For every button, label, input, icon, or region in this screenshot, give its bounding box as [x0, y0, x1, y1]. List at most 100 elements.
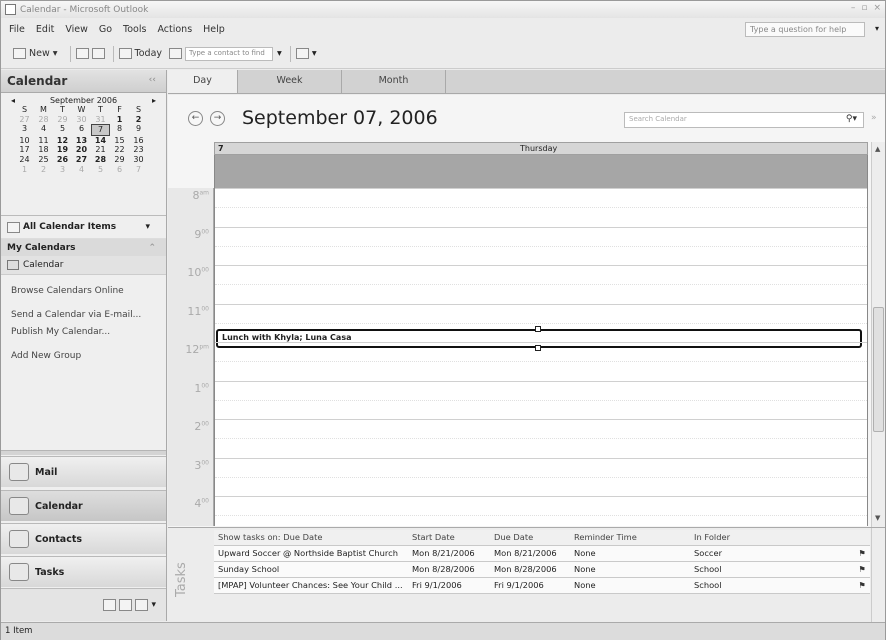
- date-navigator-day[interactable]: 21: [91, 145, 110, 155]
- date-navigator-day[interactable]: 31: [91, 115, 110, 125]
- date-navigator-day[interactable]: 1: [15, 165, 34, 175]
- date-navigator-day[interactable]: 9: [129, 124, 148, 136]
- date-navigator-day[interactable]: 4: [34, 124, 53, 136]
- date-navigator-day[interactable]: 28: [34, 115, 53, 125]
- next-month-icon[interactable]: ▸: [152, 96, 156, 105]
- date-navigator-day[interactable]: 30: [72, 115, 91, 125]
- menu-edit[interactable]: Edit: [36, 24, 54, 35]
- date-navigator-day[interactable]: 24: [15, 155, 34, 165]
- col-in-folder[interactable]: In Folder: [694, 530, 814, 545]
- date-navigator-day[interactable]: 22: [110, 145, 129, 155]
- search-calendar-input[interactable]: Search Calendar ⚲▾: [624, 112, 864, 128]
- go-to-today-icon[interactable]: [118, 48, 132, 59]
- previous-day-icon[interactable]: ←: [188, 111, 203, 126]
- date-navigator-day[interactable]: 30: [129, 155, 148, 165]
- calendar-list-item[interactable]: Calendar: [1, 256, 166, 275]
- appointment-resize-handle-top[interactable]: [535, 326, 541, 332]
- print-icon[interactable]: [75, 48, 89, 59]
- previous-month-icon[interactable]: ◂: [11, 96, 15, 105]
- find-contact-input[interactable]: Type a contact to find: [185, 46, 274, 61]
- date-navigator-day[interactable]: 13: [72, 136, 91, 146]
- menu-go[interactable]: Go: [99, 24, 112, 35]
- shortcuts-icon[interactable]: [135, 599, 149, 611]
- date-navigator-day[interactable]: 15: [110, 136, 129, 146]
- menu-actions[interactable]: Actions: [157, 24, 192, 35]
- flag-icon[interactable]: ⚑: [846, 562, 866, 577]
- help-icon[interactable]: [295, 48, 309, 59]
- menu-help[interactable]: Help: [203, 24, 225, 35]
- task-row[interactable]: Upward Soccer @ Northside Baptist Church…: [214, 546, 870, 562]
- send-calendar-email-link[interactable]: Send a Calendar via E-mail...: [1, 309, 166, 322]
- tab-week[interactable]: Week: [238, 70, 342, 93]
- task-row[interactable]: Sunday School Mon 8/28/2006 Mon 8/28/200…: [214, 562, 870, 578]
- task-list-scrollbar[interactable]: [871, 528, 885, 622]
- calendar-nav-button[interactable]: Calendar: [1, 490, 166, 521]
- date-navigator-day[interactable]: 2: [129, 115, 148, 125]
- all-day-event-area[interactable]: [214, 155, 868, 188]
- task-row[interactable]: [MPAP] Volunteer Chances: See Your Child…: [214, 578, 870, 594]
- tab-month[interactable]: Month: [342, 70, 446, 93]
- folder-list-icon[interactable]: [119, 599, 133, 611]
- menu-view[interactable]: View: [65, 24, 88, 35]
- help-search-input[interactable]: Type a question for help: [745, 22, 865, 37]
- browse-calendars-online-link[interactable]: Browse Calendars Online: [1, 285, 166, 298]
- col-start-date[interactable]: Start Date: [412, 530, 494, 545]
- date-navigator-day[interactable]: 8: [110, 124, 129, 136]
- close-icon[interactable]: ×: [873, 3, 881, 13]
- col-due-date[interactable]: Due Date: [494, 530, 569, 545]
- flag-icon[interactable]: ⚑: [846, 546, 866, 561]
- tasks-nav-button[interactable]: Tasks: [1, 556, 166, 587]
- tab-day[interactable]: Day: [168, 70, 238, 93]
- help-dropdown-icon[interactable]: ▾: [875, 24, 879, 33]
- date-navigator-day[interactable]: 6: [72, 124, 91, 136]
- nav-pane-splitter[interactable]: [1, 450, 166, 455]
- contact-dropdown-icon[interactable]: ▾: [277, 48, 285, 59]
- appointment-resize-handle-bottom[interactable]: [535, 345, 541, 351]
- publish-calendar-link[interactable]: Publish My Calendar...: [1, 326, 166, 339]
- date-navigator-day[interactable]: 12: [53, 136, 72, 146]
- date-navigator-day[interactable]: 26: [53, 155, 72, 165]
- date-navigator-day[interactable]: 5: [53, 124, 72, 136]
- collapse-group-icon[interactable]: ⌃: [148, 243, 156, 253]
- maximize-icon[interactable]: ▫: [861, 3, 867, 13]
- minimize-icon[interactable]: –: [851, 3, 856, 13]
- next-day-icon[interactable]: →: [210, 111, 225, 126]
- new-dropdown-icon[interactable]: ▾: [50, 48, 58, 59]
- notes-icon[interactable]: [103, 599, 117, 611]
- menu-file[interactable]: File: [9, 24, 25, 35]
- search-icon[interactable]: ⚲▾: [846, 114, 857, 124]
- date-navigator-day[interactable]: 27: [15, 115, 34, 125]
- address-book-icon[interactable]: [169, 48, 183, 59]
- add-new-group-link[interactable]: Add New Group: [1, 350, 166, 363]
- day-column-header[interactable]: 7 Thursday: [214, 142, 868, 155]
- date-navigator-day[interactable]: 7: [91, 124, 110, 136]
- delete-icon[interactable]: [91, 48, 105, 59]
- collapse-pane-icon[interactable]: ‹‹: [149, 75, 156, 85]
- date-navigator-day[interactable]: 1: [110, 115, 129, 125]
- scroll-up-icon[interactable]: ▲: [875, 145, 880, 153]
- date-navigator-day[interactable]: 14: [91, 136, 110, 146]
- col-subject[interactable]: Show tasks on: Due Date: [218, 530, 410, 545]
- date-navigator-day[interactable]: 23: [129, 145, 148, 155]
- date-navigator-day[interactable]: 29: [110, 155, 129, 165]
- date-navigator-day[interactable]: 18: [34, 145, 53, 155]
- date-navigator-day[interactable]: 27: [72, 155, 91, 165]
- date-navigator-day[interactable]: 20: [72, 145, 91, 155]
- date-navigator-day[interactable]: 17: [15, 145, 34, 155]
- col-reminder-time[interactable]: Reminder Time: [574, 530, 684, 545]
- scrollbar-thumb[interactable]: [873, 307, 884, 432]
- calendar-scrollbar[interactable]: ▲ ▼: [871, 142, 885, 527]
- toolbar-options-icon[interactable]: ▾: [312, 48, 317, 59]
- mail-nav-button[interactable]: Mail: [1, 456, 166, 487]
- new-button[interactable]: New ▾: [13, 48, 58, 59]
- time-slot-grid[interactable]: Lunch with Khyla; Luna Casa: [214, 188, 868, 526]
- date-navigator-day[interactable]: 2: [34, 165, 53, 175]
- chevron-down-icon[interactable]: ▾: [145, 222, 150, 232]
- date-navigator-day[interactable]: 10: [15, 136, 34, 146]
- date-navigator-day[interactable]: 5: [91, 165, 110, 175]
- date-navigator-day[interactable]: 6: [110, 165, 129, 175]
- date-navigator-day[interactable]: 7: [129, 165, 148, 175]
- date-navigator-day[interactable]: 3: [15, 124, 34, 136]
- date-navigator-day[interactable]: 28: [91, 155, 110, 165]
- menu-tools[interactable]: Tools: [123, 24, 146, 35]
